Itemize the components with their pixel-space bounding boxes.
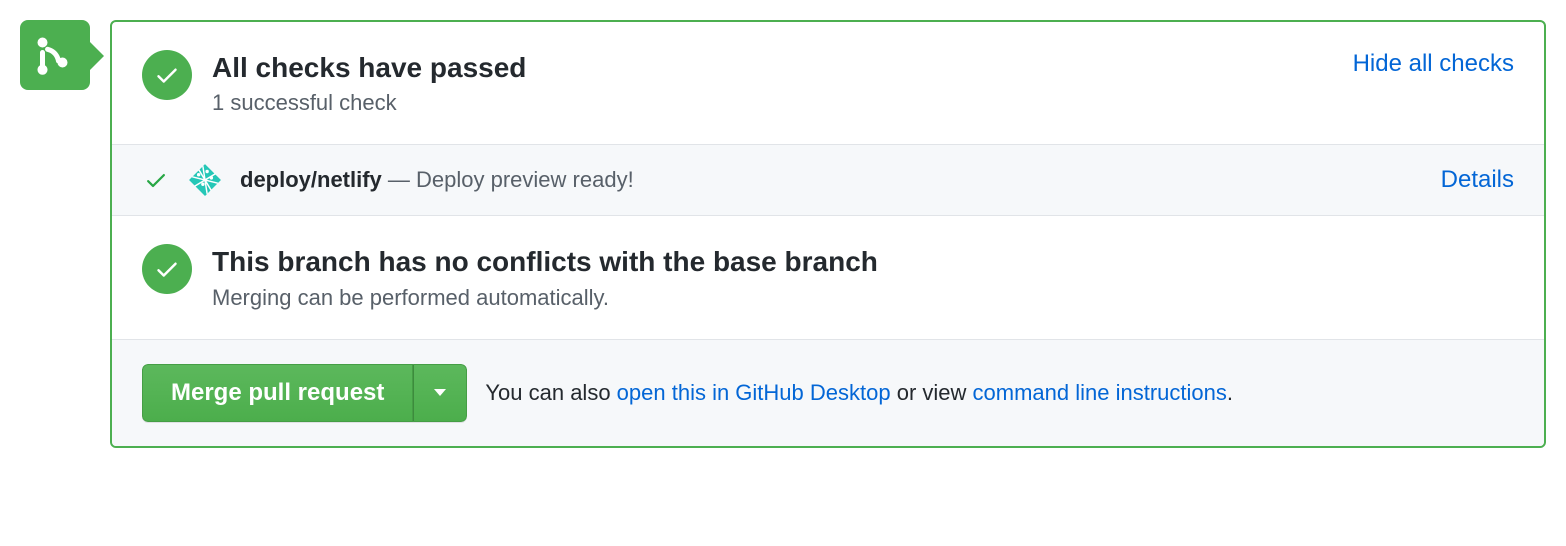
check-icon [144,168,168,192]
footer-help-text: You can also open this in GitHub Desktop… [485,380,1233,406]
checks-title: All checks have passed [212,50,1333,86]
check-item-row: deploy/netlify — Deploy preview ready! D… [112,144,1544,215]
merge-footer: Merge pull request You can also open thi… [112,339,1544,446]
footer-suffix: . [1227,380,1233,405]
check-icon [154,62,180,88]
check-item-separator: — [382,167,416,192]
checks-header: All checks have passed 1 successful chec… [112,22,1544,144]
checks-subtitle: 1 successful check [212,90,1333,116]
check-item-name: deploy/netlify [240,167,382,192]
check-item-status [142,168,170,192]
hide-all-checks-link[interactable]: Hide all checks [1353,50,1514,78]
check-details-link[interactable]: Details [1441,166,1514,194]
merge-options-dropdown-button[interactable] [413,364,467,422]
chevron-down-icon [434,389,446,396]
check-item-text: deploy/netlify — Deploy preview ready! [240,167,1423,193]
merge-status-circle [142,244,192,294]
check-item-description: Deploy preview ready! [416,167,634,192]
merge-pull-request-button[interactable]: Merge pull request [142,364,413,422]
merge-subtitle: Merging can be performed automatically. [212,285,1514,311]
merge-header: This branch has no conflicts with the ba… [112,215,1544,338]
footer-middle: or view [891,380,973,405]
merge-icon-badge [20,20,90,90]
checks-status-circle [142,50,192,100]
open-github-desktop-link[interactable]: open this in GitHub Desktop [617,380,891,405]
git-merge-icon [35,35,75,75]
footer-prefix: You can also [485,380,616,405]
command-line-instructions-link[interactable]: command line instructions [973,380,1227,405]
merge-title: This branch has no conflicts with the ba… [212,244,1514,280]
merge-status-panel: All checks have passed 1 successful chec… [110,20,1546,448]
merge-button-group: Merge pull request [142,364,467,422]
check-icon [154,256,180,282]
netlify-icon [188,163,222,197]
